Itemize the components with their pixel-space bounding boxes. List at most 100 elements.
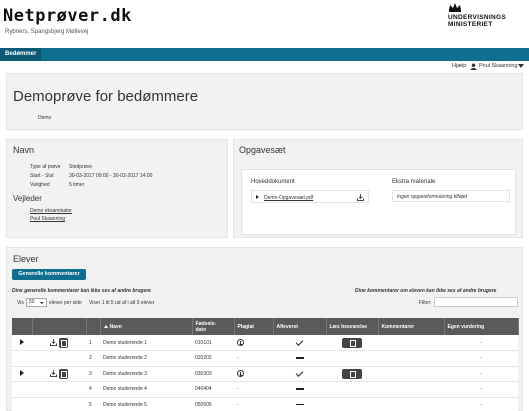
comments-cell[interactable] (378, 335, 444, 351)
hoveddokument-file-row[interactable]: Demo-Opgavesæt.pdf (251, 190, 369, 203)
general-comments-button[interactable]: Generelle kommentarer (12, 269, 86, 280)
row-number: 1 (86, 335, 100, 351)
download-icon[interactable] (357, 194, 364, 201)
vejleder-heading: Vejleder (13, 194, 42, 203)
table-row[interactable]: 5 Demo studerende 5 050505- - (12, 397, 518, 411)
ministry-line1: UNDERVISNINGS (448, 14, 506, 21)
caret-down-icon[interactable] (518, 64, 524, 68)
info-label-varighed: Varighed (30, 182, 50, 188)
per-page-select[interactable]: 50 (26, 298, 47, 307)
plagiat-value: - (237, 401, 239, 408)
row-number: 4 (86, 381, 100, 398)
plagiat-cell (234, 366, 273, 382)
download-icon[interactable] (50, 370, 58, 378)
vejleder-link-1[interactable]: Demo eksaminator (30, 208, 72, 214)
expand-cell (12, 397, 32, 411)
table-row[interactable]: 1 Demo studerende 1 010101 - (12, 335, 518, 351)
student-name: Demo studerende 1 (100, 335, 192, 351)
opgavesaet-panel: Opgavesæt Hoveddokument Demo-Opgavesæt.p… (233, 139, 523, 238)
vurdering-cell[interactable]: - (444, 397, 518, 411)
info-label-startslut: Start - Slut (30, 173, 54, 179)
student-count-text: Viser 1 til 5 ud af i alt 5 elever (89, 300, 155, 306)
dash-icon (295, 357, 304, 359)
main-navbar: Bedømmer (0, 48, 529, 61)
document-button[interactable] (58, 337, 68, 348)
read-cell (326, 350, 378, 367)
plagiat-cell (234, 335, 273, 351)
col-plagiat[interactable]: Plagiat (234, 318, 274, 335)
expand-row-icon[interactable] (20, 369, 24, 376)
table-row[interactable]: 2 Demo studerende 2 020202- - (12, 350, 518, 367)
comments-cell[interactable] (378, 381, 444, 398)
exam-info-panel: Navn Type af prøve Stedprøve Start - Slu… (6, 139, 228, 238)
comments-cell[interactable] (378, 366, 444, 382)
actions-cell (32, 381, 86, 398)
ekstra-materiale-label: Ekstra materiale (392, 179, 436, 185)
read-answer-button[interactable] (342, 368, 362, 379)
students-table: Navn Fødsels- dato Plagiat Afleveret Læs… (12, 318, 519, 411)
help-link[interactable]: Hjælp (452, 63, 466, 69)
user-menu[interactable]: Poul Skaanning (479, 63, 518, 69)
ministry-line2: MINISTERIET (448, 21, 493, 28)
exam-title-panel: Demoprøve for bedømmere Demo (6, 73, 523, 130)
clock-icon (237, 370, 244, 378)
ekstra-materiale-value: Ingen opgaveformulering tilføjet (397, 194, 468, 200)
col-number (86, 318, 101, 335)
expand-cell (12, 335, 32, 351)
afleveret-cell (273, 335, 326, 351)
hoveddokument-label: Hoveddokument (251, 179, 295, 185)
table-row[interactable]: 4 Demo studerende 4 040404- - (12, 381, 518, 398)
check-icon (295, 369, 304, 378)
hoveddokument-file-link[interactable]: Demo-Opgavesæt.pdf (264, 195, 313, 201)
student-comments-note: Dine kommentarer om eleven kan ikke ses … (355, 288, 497, 294)
col-comments[interactable]: Kommentarer (378, 318, 445, 335)
student-name: Demo studerende 5 (100, 397, 192, 411)
document-button[interactable] (58, 368, 68, 379)
expand-arrow-icon[interactable] (256, 194, 259, 199)
download-icon[interactable] (50, 339, 58, 346)
brand-logo[interactable]: Netprøver.dk (3, 6, 132, 26)
col-expand (12, 318, 33, 335)
col-dob[interactable]: Fødsels- dato (192, 318, 235, 335)
afleveret-cell (273, 366, 326, 382)
col-name[interactable]: Navn (100, 318, 193, 335)
site-header: Netprøver.dk Rybners, Spangsbjerg Møllev… (0, 0, 529, 48)
col-afleveret[interactable]: Afleveret (273, 318, 327, 335)
nav-tab-bedommer[interactable]: Bedømmer (0, 48, 42, 61)
table-row[interactable]: 3 Demo studerende 3 030303 - (12, 366, 518, 382)
select-chevron-icon (40, 302, 44, 304)
sort-asc-icon (103, 324, 108, 328)
read-answer-button[interactable] (342, 337, 362, 348)
plagiat-value: - (237, 355, 239, 362)
expand-row-icon[interactable] (20, 338, 24, 345)
row-number: 2 (86, 350, 100, 367)
read-cell (326, 335, 378, 351)
vurdering-cell[interactable]: - (444, 350, 518, 367)
student-dob: 030303 (192, 366, 234, 382)
vejleder-link-2[interactable]: Poul Skaanning (30, 216, 65, 222)
comments-cell[interactable] (378, 397, 444, 411)
afleveret-cell (273, 350, 326, 367)
info-value-startslut: 30-03-2017 09:00 - 30-03-2017 14:00 (69, 173, 153, 179)
info-value-varighed: 5 timer (69, 182, 85, 188)
user-icon (470, 63, 477, 70)
actions-cell (32, 397, 86, 411)
plagiat-cell: - (234, 397, 273, 411)
exam-title: Demoprøve for bedømmere (13, 88, 199, 105)
comments-cell[interactable] (378, 350, 444, 367)
filter-label: Filter: (419, 300, 432, 306)
col-read[interactable]: Læs besvarelse (326, 318, 379, 335)
vurdering-cell[interactable]: - (444, 381, 518, 398)
table-header-row: Navn Fødsels- dato Plagiat Afleveret Læs… (12, 318, 519, 335)
ministry-logo: UNDERVISNINGS MINISTERIET (448, 2, 526, 42)
info-label-type: Type af prøve (30, 164, 61, 170)
filter-input[interactable] (434, 297, 518, 307)
vurdering-cell[interactable]: - (444, 335, 518, 351)
afleveret-cell (273, 397, 326, 411)
show-label: Vis (17, 300, 24, 306)
ekstra-materiale-box: Ingen opgaveformulering tilføjet (392, 190, 510, 202)
opgavesaet-heading: Opgavesæt (239, 145, 286, 155)
col-vurdering[interactable]: Egen vurdering (444, 318, 519, 335)
plagiat-cell: - (234, 381, 273, 398)
vurdering-cell[interactable]: - (444, 366, 518, 382)
